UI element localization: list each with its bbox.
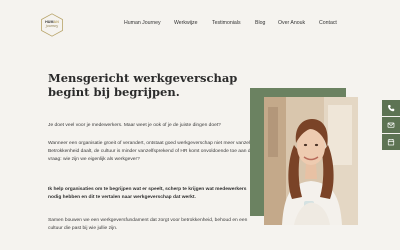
mail-icon [387, 122, 395, 128]
logo-text: HUMAN journey [40, 20, 64, 28]
nav-item-human-journey[interactable]: Human Journey [124, 20, 161, 26]
nav-item-contact[interactable]: Contact [319, 20, 337, 26]
closing-paragraph: Samen bouwen we een werkgeversfundament … [48, 218, 248, 232]
mail-button[interactable] [382, 117, 400, 133]
logo-text-line2: journey [45, 24, 59, 28]
portrait-illustration [264, 97, 358, 225]
nav-item-over-anouk[interactable]: Over Anouk [278, 20, 305, 26]
approach-paragraph: Ik help organisaties om te begrijpen wat… [48, 187, 247, 201]
nav-item-testimonials[interactable]: Testimonials [212, 20, 241, 26]
phone-icon [388, 105, 395, 112]
calendar-button[interactable] [382, 134, 400, 150]
page-title: Mensgericht werkgeverschap begint bij be… [48, 71, 238, 99]
phone-button[interactable] [382, 100, 400, 116]
context-paragraph: Wanneer een organisatie groeit of verand… [48, 141, 254, 163]
nav-item-werkwijze[interactable]: Werkwijze [174, 20, 198, 26]
calendar-icon [387, 139, 395, 146]
site-header: HUMAN journey Human Journey Werkwijze Te… [0, 0, 400, 50]
nav-item-blog[interactable]: Blog [255, 20, 265, 26]
logo[interactable]: HUMAN journey [40, 13, 64, 37]
portrait-photo [264, 97, 358, 225]
intro-paragraph: Je doet veel voor je medewerkers. Maar w… [48, 123, 221, 128]
